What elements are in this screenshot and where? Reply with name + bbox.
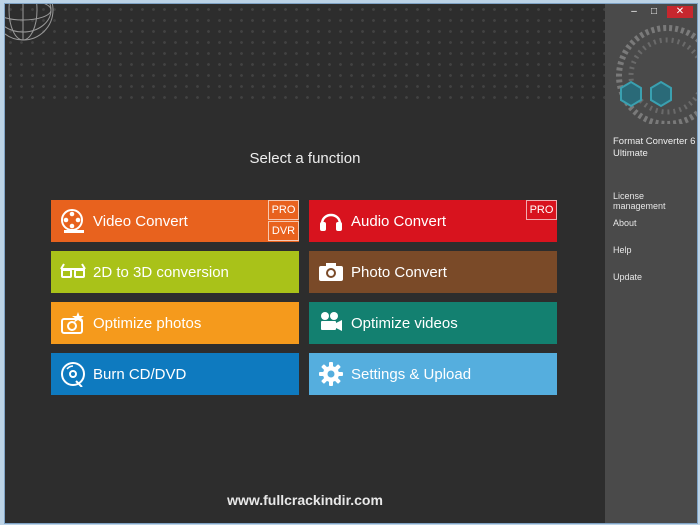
camera-star-icon xyxy=(55,302,91,344)
watermark-text: www.fullcrackindir.com xyxy=(227,492,383,508)
disc-icon xyxy=(55,353,91,395)
camera-icon xyxy=(313,251,349,293)
optimize-photos-tile[interactable]: Optimize photos xyxy=(51,302,299,344)
film-reel-icon xyxy=(55,200,91,242)
burn-cd-dvd-tile[interactable]: Burn CD/DVD xyxy=(51,353,299,395)
sidebar: – □ ✕ Format Converter 6 Ultimate Licens… xyxy=(605,4,697,523)
page-title: Select a function xyxy=(249,150,361,167)
headphones-icon xyxy=(313,200,349,242)
audio-convert-tile[interactable]: Audio Convert PRO xyxy=(309,200,557,242)
help-link[interactable]: Help xyxy=(613,245,632,255)
close-button[interactable]: ✕ xyxy=(667,6,693,18)
optimize-videos-tile[interactable]: Optimize videos xyxy=(309,302,557,344)
pro-badge[interactable]: PRO xyxy=(526,200,557,220)
tile-label: Optimize photos xyxy=(93,314,202,332)
tile-label: Settings & Upload xyxy=(351,365,472,383)
tile-label: Photo Convert xyxy=(351,263,447,281)
tile-label: Audio Convert xyxy=(351,212,447,230)
hexagon-logo-icon xyxy=(616,25,697,124)
dvr-badge[interactable]: DVR xyxy=(268,221,299,241)
maximize-button[interactable]: □ xyxy=(645,6,663,18)
tile-label: Optimize videos xyxy=(351,314,458,332)
3d-glasses-icon xyxy=(55,251,91,293)
main-panel: Select a function Video Convert PRO DVR … xyxy=(5,4,605,523)
about-link[interactable]: About xyxy=(613,218,637,228)
app-name-label: Format Converter 6 Ultimate xyxy=(613,136,696,159)
tile-label: 2D to 3D conversion xyxy=(93,263,229,281)
globe-logo-icon xyxy=(5,4,54,41)
gear-icon xyxy=(313,353,349,395)
2d-to-3d-tile[interactable]: 2D to 3D conversion xyxy=(51,251,299,293)
minimize-button[interactable]: – xyxy=(625,6,643,18)
video-camera-icon xyxy=(313,302,349,344)
video-convert-tile[interactable]: Video Convert PRO DVR xyxy=(51,200,299,242)
app-window: Select a function Video Convert PRO DVR … xyxy=(4,3,698,524)
license-management-link[interactable]: License management xyxy=(613,191,697,211)
settings-upload-tile[interactable]: Settings & Upload xyxy=(309,353,557,395)
update-link[interactable]: Update xyxy=(613,272,642,282)
tile-label: Video Convert xyxy=(93,212,188,230)
tile-label: Burn CD/DVD xyxy=(93,365,187,383)
pro-badge[interactable]: PRO xyxy=(268,200,299,220)
photo-convert-tile[interactable]: Photo Convert xyxy=(309,251,557,293)
